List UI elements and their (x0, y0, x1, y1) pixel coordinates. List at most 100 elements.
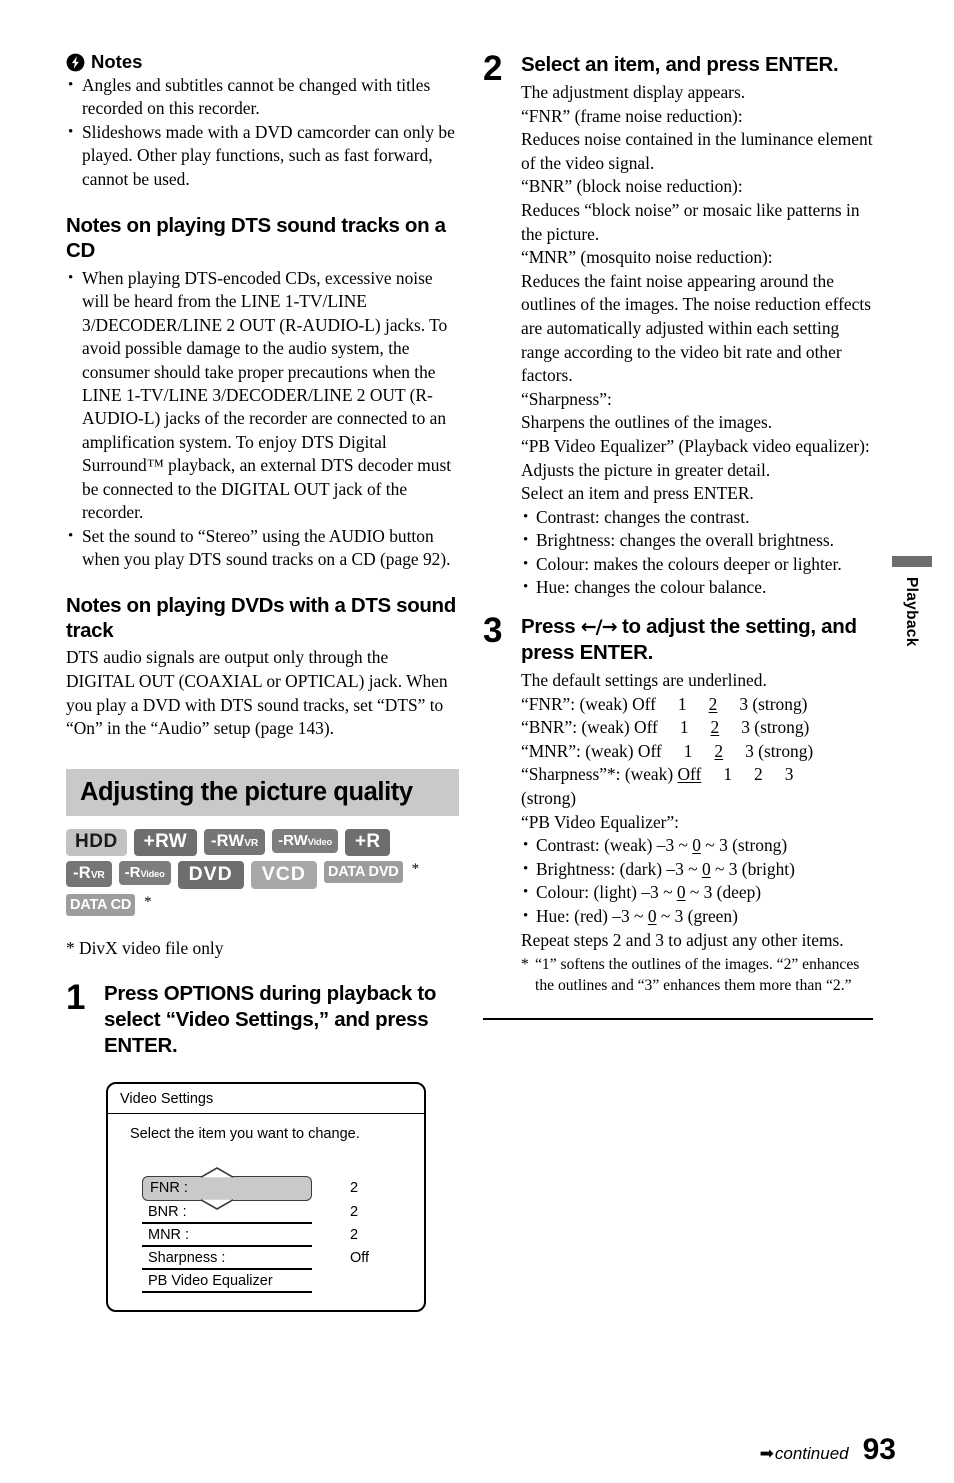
text-line: Select an item and press ENTER. (521, 483, 754, 504)
setting-low: (weak) (624, 764, 674, 785)
text-line: “Sharpness”: (521, 388, 612, 409)
right-column: 2 Select an item, and press ENTER. The a… (483, 51, 873, 1020)
page-footer: ➡ continued 93 (0, 1435, 954, 1465)
settings-row-label: Sharpness : (148, 1250, 226, 1267)
settings-row-mnr[interactable]: MNR : 2 (142, 1224, 404, 1247)
eq-default: 0 (701, 858, 711, 879)
text-line: Reduces “block noise” or mosaic like pat… (521, 199, 860, 244)
setting-opt1: 1 (683, 740, 693, 761)
setting-sharpness: “Sharpness”*: (weak) Off 1 2 3 (521, 763, 873, 787)
settings-row-bnr[interactable]: BNR : 2 (142, 1201, 404, 1224)
badge-label: -R (73, 863, 91, 882)
step-title: Select an item, and press ENTER. (521, 53, 839, 76)
text-line: Adjusts the picture in greater detail. (521, 459, 771, 480)
side-tab-playback: Playback (892, 556, 932, 669)
text-line: Reduces the faint noise appearing around… (521, 270, 871, 386)
list-item: Hue: (red) –3 ~ 0 ~ 3 (green) (521, 905, 873, 929)
page-title: Adjusting the picture quality (66, 768, 459, 816)
badge-label: -R (124, 863, 141, 881)
manual-page: Notes Angles and subtitles cannot be cha… (0, 0, 954, 1483)
settings-row-label: FNR : (150, 1180, 188, 1197)
setting-low: (weak) Off (585, 740, 662, 761)
step-2: 2 Select an item, and press ENTER. The a… (483, 51, 873, 600)
eq-default: 0 (676, 882, 686, 903)
text-line: The adjustment display appears. (521, 82, 746, 102)
step-title-pre: Press (521, 615, 581, 639)
chevron-up-icon (200, 1166, 234, 1178)
step-body-text: The adjustment display appears. “FNR” (f… (521, 81, 873, 506)
step-title: Press ←/→ to adjust the setting, and pre… (521, 614, 873, 666)
setting-default: 2 (708, 693, 718, 714)
notes-heading: Notes (66, 52, 459, 72)
step-number: 1 (66, 977, 86, 1017)
dts-dvd-section: Notes on playing DVDs with a DTS sound t… (66, 593, 459, 740)
setting-opt1: 1 (679, 717, 689, 738)
badge-sublabel: Video (140, 868, 165, 879)
note-bolt-icon (66, 53, 85, 71)
notes-list: Angles and subtitles cannot be changed w… (66, 74, 459, 191)
list-item: Colour: makes the colours deeper or ligh… (521, 553, 873, 577)
badge-label: -RW (210, 831, 245, 850)
step-1: 1 Press OPTIONS during playback to selec… (66, 977, 459, 1062)
repeat-note: Repeat steps 2 and 3 to adjust any other… (521, 929, 844, 950)
setting-opt1: 1 (677, 693, 687, 714)
eq-high: 3 (green) (674, 906, 738, 926)
eq-label: Contrast: (536, 835, 600, 856)
eq-low: (dark) –3 (619, 858, 684, 879)
step3-body: The default settings are underlined. “FN… (521, 669, 873, 996)
footnote-star: * (521, 956, 529, 974)
side-tab-bar (892, 556, 932, 567)
settings-row-sharpness[interactable]: Sharpness : Off (142, 1247, 404, 1270)
list-item: Brightness: (dark) –3 ~ 0 ~ 3 (bright) (521, 858, 873, 882)
list-item: Slideshows made with a DVD camcorder can… (66, 121, 459, 191)
text-line: “BNR” (block noise reduction): (521, 176, 743, 197)
settings-row-fnr[interactable]: FNR : 2 (142, 1166, 404, 1210)
text-line: “MNR” (mosquito noise reduction): (521, 247, 773, 268)
eq-label: Hue: (536, 906, 570, 926)
settings-row-pb-video-equalizer[interactable]: PB Video Equalizer (142, 1270, 404, 1293)
setting-low: (weak) Off (581, 717, 658, 738)
badge-label: DATA CD (70, 896, 132, 913)
divx-footnote: * DivX video file only (66, 937, 224, 958)
star-footnote: * “1” softens the outlines of the images… (521, 954, 873, 996)
notes-title: Notes (91, 51, 143, 72)
settings-row-value: Off (350, 1250, 370, 1267)
section-heading: Notes on playing DVDs with a DTS sound t… (66, 594, 456, 643)
eq-high: 3 (deep) (703, 882, 762, 903)
settings-row-value: 2 (350, 1180, 359, 1197)
disc-badge-plus-rw: +RW (133, 828, 197, 856)
eq-low: (red) –3 (574, 906, 630, 926)
settings-list: FNR : 2 BNR : 2 MNR : 2 Sharpness: Off … (142, 1166, 404, 1293)
badge-label: DVD (188, 862, 233, 885)
step-3: 3 Press ←/→ to adjust the setting, and p… (483, 613, 873, 1020)
setting-mnr: “MNR”: (weak) Off 1 2 3 (strong) (521, 740, 873, 764)
disc-badge-plus-r: +R (344, 828, 391, 856)
video-settings-dialog: Video Settings Select the item you want … (106, 1081, 459, 1312)
disc-badge-row: -R VR -R Video DVD VCD DATA DVD * (66, 860, 466, 889)
list-item: When playing DTS-encoded CDs, excessive … (66, 267, 459, 524)
footnote-star: * (144, 893, 152, 910)
text-line: The default settings are underlined. (521, 670, 767, 691)
row-divider (142, 1291, 312, 1293)
page-number: 93 (862, 1433, 896, 1466)
setting-default: 2 (710, 717, 720, 738)
step-title: Press OPTIONS during playback to select … (104, 981, 437, 1057)
badge-label: DATA DVD (327, 863, 399, 880)
footnote-star: * (411, 860, 420, 877)
setting-bnr: “BNR”: (weak) Off 1 2 3 (strong) (521, 716, 873, 740)
list-item: Hue: changes the colour balance. (521, 576, 873, 600)
list-item: Contrast: changes the contrast. (521, 506, 873, 530)
badge-label: HDD (75, 830, 118, 852)
list-item: Colour: (light) –3 ~ 0 ~ 3 (deep) (521, 881, 873, 905)
eq-label: Colour: (536, 882, 590, 903)
setting-opt3: 3 (strong) (739, 693, 808, 714)
setting-fnr: “FNR”: (weak) Off 1 2 3 (strong) (521, 693, 873, 717)
settings-row-value: 2 (350, 1204, 359, 1221)
list-item: Angles and subtitles cannot be changed w… (66, 74, 459, 121)
dts-cd-list: When playing DTS-encoded CDs, excessive … (66, 267, 459, 571)
dts-cd-section: Notes on playing DTS sound tracks on a C… (66, 213, 459, 571)
text-line: “FNR” (frame noise reduction): (521, 105, 743, 126)
setting-opt3: 3 (strong) (741, 717, 810, 738)
setting-name: “FNR”: (521, 693, 576, 714)
list-item: Set the sound to “Stereo” using the AUDI… (66, 525, 459, 572)
